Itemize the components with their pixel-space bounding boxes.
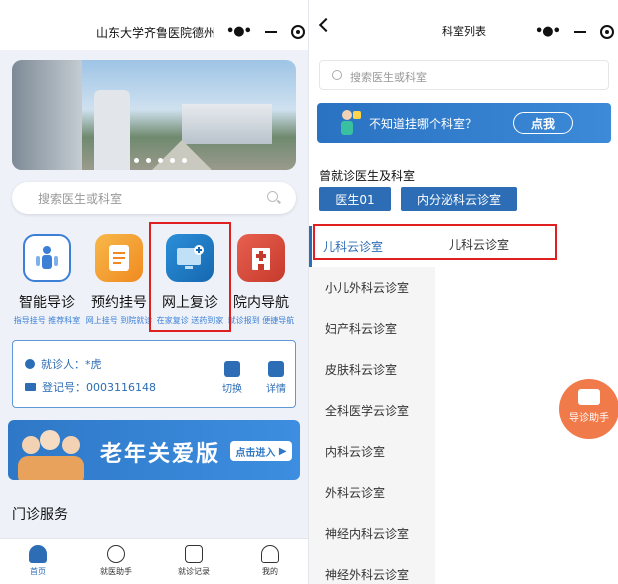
smart-guide-icon xyxy=(23,234,71,282)
guide-question: 不知道挂哪个科室？ xyxy=(369,117,478,131)
patient-card: 就诊人：*虎 登记号：0003116148 切换 详情 xyxy=(12,340,296,408)
guide-assistant-float-button[interactable]: 导诊助手 xyxy=(559,379,618,439)
tab-home[interactable]: 首页 xyxy=(8,545,68,577)
search-input[interactable]: 搜索医生或科室 xyxy=(319,60,609,90)
detail-icon xyxy=(268,361,284,377)
search-input[interactable]: 搜索医生或科室 xyxy=(12,182,296,214)
registration-number: 登记号：0003116148 xyxy=(42,381,156,394)
minimize-icon[interactable] xyxy=(264,30,277,33)
carousel-indicator xyxy=(134,158,187,163)
more-icon[interactable]: •●• xyxy=(535,24,561,39)
id-card-icon xyxy=(25,383,36,391)
department-item[interactable]: 妇产科云诊室 xyxy=(309,308,435,349)
service-name: 智能导诊 xyxy=(19,295,75,311)
close-circle-icon[interactable] xyxy=(290,24,305,39)
close-circle-icon[interactable] xyxy=(599,24,614,39)
mini-program-capsule[interactable]: •●• xyxy=(226,24,305,39)
tab-assistant[interactable]: 就医助手 xyxy=(86,541,146,577)
elder-care-banner[interactable]: 老年关爱版 点击进入 ▶ xyxy=(8,420,300,480)
patient-name: 就诊人：*虎 xyxy=(41,358,102,371)
department-list-screen: 科室列表 •●• 搜索医生或科室 不知道挂哪个科室？ 点我 曾就诊医生及科室 医… xyxy=(308,0,618,584)
department-item[interactable]: 神经内科云诊室 xyxy=(309,513,435,554)
top-bar: 山东大学齐鲁医院德州... •●• xyxy=(0,0,308,50)
department-item[interactable]: 全科医学云诊室 xyxy=(309,390,435,431)
profile-icon xyxy=(261,545,279,563)
service-subtitle: 网上挂号 到院就诊 xyxy=(85,316,153,325)
app-title: 山东大学齐鲁医院德州... xyxy=(96,26,214,40)
detail-label: 详情 xyxy=(266,384,286,395)
visited-section-title: 曾就诊医生及科室 xyxy=(319,169,416,183)
appointment-icon xyxy=(95,234,143,282)
department-item[interactable]: 神经外科云诊室 xyxy=(309,554,435,584)
highlight-pediatrics xyxy=(313,224,557,260)
minimize-icon[interactable] xyxy=(573,30,586,33)
elderly-people-illustration xyxy=(18,428,88,480)
patient-name-row: 就诊人：*虎 xyxy=(25,356,102,372)
more-icon[interactable]: •●• xyxy=(226,24,252,39)
search-placeholder: 搜索医生或科室 xyxy=(350,71,427,84)
service-name: 预约挂号 xyxy=(91,295,147,311)
assistant-icon xyxy=(103,541,129,567)
department-item[interactable]: 内科云诊室 xyxy=(309,431,435,472)
outpatient-services-title: 门诊服务 xyxy=(12,507,68,523)
department-item[interactable]: 小儿外科云诊室 xyxy=(309,267,435,308)
search-icon xyxy=(332,70,342,80)
search-icon[interactable] xyxy=(267,191,278,202)
service-smart-guide[interactable]: 智能导诊 指导挂号 推荐科室 xyxy=(10,234,84,326)
click-me-button[interactable]: 点我 xyxy=(513,112,573,134)
department-guide-banner[interactable]: 不知道挂哪个科室？ 点我 xyxy=(317,103,611,143)
switch-patient-button[interactable]: 切换 xyxy=(217,361,247,395)
hospital-navigation-icon xyxy=(237,234,285,282)
visited-doctor-chip[interactable]: 医生01 xyxy=(319,187,391,211)
thinking-person-icon xyxy=(333,107,363,139)
service-appointment[interactable]: 预约挂号 网上挂号 到院就诊 xyxy=(82,234,156,326)
patient-detail-button[interactable]: 详情 xyxy=(261,361,291,395)
home-icon xyxy=(29,545,47,563)
bottom-tab-bar: 首页 就医助手 就诊记录 我的 xyxy=(0,538,308,584)
search-placeholder: 搜索医生或科室 xyxy=(38,192,123,206)
department-list: 儿科云诊室 小儿外科云诊室 妇产科云诊室 皮肤科云诊室 全科医学云诊室 内科云诊… xyxy=(309,226,435,584)
service-subtitle: 就诊报到 便捷导航 xyxy=(227,316,295,325)
top-bar: 科室列表 •●• xyxy=(309,0,618,50)
mini-program-capsule[interactable]: •●• xyxy=(535,24,614,39)
switch-user-icon xyxy=(224,361,240,377)
department-item[interactable]: 皮肤科云诊室 xyxy=(309,349,435,390)
home-screen: 山东大学齐鲁医院德州... •●• 搜索医生或科室 智能导诊 指导挂号 推荐科室… xyxy=(0,0,308,584)
elder-banner-title: 老年关爱版 xyxy=(100,442,221,467)
service-subtitle: 指导挂号 推荐科室 xyxy=(13,316,81,325)
enter-elder-mode-button[interactable]: 点击进入 ▶ xyxy=(230,441,292,461)
user-icon xyxy=(25,359,35,369)
service-navigation[interactable]: 院内导航 就诊报到 便捷导航 xyxy=(224,234,298,326)
tab-profile[interactable]: 我的 xyxy=(240,545,300,577)
patient-reg-row: 登记号：0003116148 xyxy=(25,379,156,395)
record-icon xyxy=(185,545,203,563)
department-item[interactable]: 外科云诊室 xyxy=(309,472,435,513)
tab-records[interactable]: 就诊记录 xyxy=(164,545,224,577)
visited-department-chip[interactable]: 内分泌科云诊室 xyxy=(401,187,517,211)
switch-label: 切换 xyxy=(222,384,242,395)
hospital-banner[interactable] xyxy=(12,60,296,170)
signpost-icon xyxy=(578,389,600,405)
service-name: 院内导航 xyxy=(233,295,289,311)
highlight-online-revisit xyxy=(149,222,231,332)
